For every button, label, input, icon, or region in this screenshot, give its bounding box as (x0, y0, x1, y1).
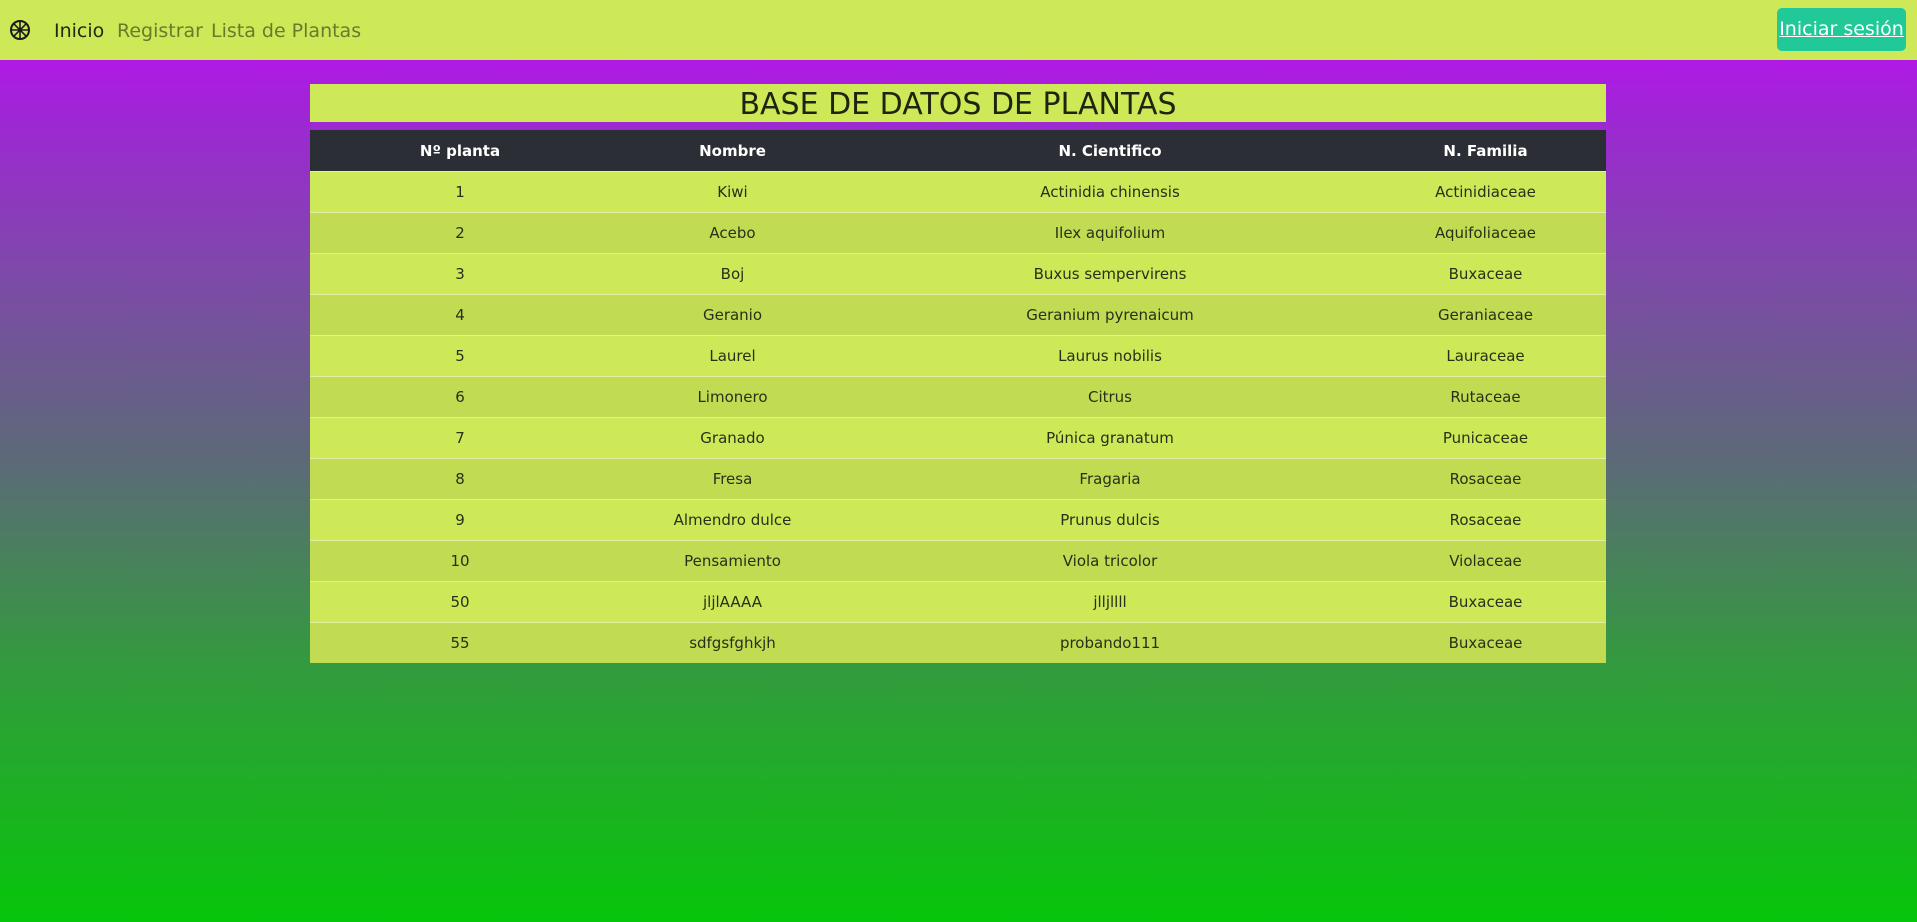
cell-nombre: sdfgsfghkjh (610, 622, 855, 663)
table-row: 5 Laurel Laurus nobilis Lauraceae (310, 335, 1606, 377)
nav-link-inicio[interactable]: Inicio (54, 19, 104, 43)
cell-numero: 8 (310, 458, 610, 500)
cell-cientifico: Citrus (855, 376, 1365, 418)
cell-numero: 55 (310, 622, 610, 663)
cell-nombre: Geranio (610, 294, 855, 336)
table-row: 55 sdfgsfghkjh probando111 Buxaceae (310, 622, 1606, 663)
table-row: 3 Boj Buxus sempervirens Buxaceae (310, 253, 1606, 295)
cell-cientifico: Actinidia chinensis (855, 171, 1365, 213)
table-body: 1 Kiwi Actinidia chinensis Actinidiaceae 2 Ac… (310, 171, 1606, 663)
cell-numero: 1 (310, 171, 610, 213)
cell-familia: Geraniaceae (1365, 294, 1606, 336)
cell-nombre: Laurel (610, 335, 855, 377)
nav-link-lista-de-plantas[interactable]: Lista de Plantas (211, 19, 361, 43)
navbar: Inicio Registrar Lista de Plantas Inicia… (0, 0, 1917, 60)
cell-numero: 10 (310, 540, 610, 582)
table-row: 4 Geranio Geranium pyrenaicum Geraniaceae (310, 294, 1606, 336)
header-familia: N. Familia (1443, 141, 1528, 160)
cell-familia: Rosaceae (1365, 499, 1606, 541)
cell-familia: Violaceae (1365, 540, 1606, 582)
cell-nombre: Boj (610, 253, 855, 295)
cell-nombre: Limonero (610, 376, 855, 418)
header-nombre: Nombre (699, 141, 766, 160)
login-button[interactable]: Iniciar sesión (1777, 8, 1906, 51)
table-row: 8 Fresa Fragaria Rosaceae (310, 458, 1606, 500)
table-row: 2 Acebo Ilex aquifolium Aquifoliaceae (310, 212, 1606, 254)
table-row: 6 Limonero Citrus Rutaceae (310, 376, 1606, 418)
cell-nombre: Acebo (610, 212, 855, 254)
plants-table: Nº planta Nombre N. Cientifico N. Famili… (310, 130, 1606, 663)
cell-familia: Aquifoliaceae (1365, 212, 1606, 254)
cell-familia: Actinidiaceae (1365, 171, 1606, 213)
cell-familia: Lauraceae (1365, 335, 1606, 377)
cell-nombre: Kiwi (610, 171, 855, 213)
nav-link-registrar[interactable]: Registrar (117, 19, 203, 43)
cell-familia: Rosaceae (1365, 458, 1606, 500)
table-row: 1 Kiwi Actinidia chinensis Actinidiaceae (310, 171, 1606, 213)
cell-familia: Buxaceae (1365, 581, 1606, 623)
table-row: 10 Pensamiento Viola tricolor Violaceae (310, 540, 1606, 582)
cell-nombre: Almendro dulce (610, 499, 855, 541)
cell-numero: 4 (310, 294, 610, 336)
table-row: 7 Granado Púnica granatum Punicaceae (310, 417, 1606, 459)
cell-cientifico: Púnica granatum (855, 417, 1365, 459)
cell-familia: Buxaceae (1365, 622, 1606, 663)
cell-familia: Punicaceae (1365, 417, 1606, 459)
table-header-row: Nº planta Nombre N. Cientifico N. Famili… (310, 130, 1606, 172)
cell-cientifico: Prunus dulcis (855, 499, 1365, 541)
cell-familia: Rutaceae (1365, 376, 1606, 418)
header-nombre-cientifico: N. Cientifico (1058, 141, 1162, 160)
cell-nombre: Fresa (610, 458, 855, 500)
cell-numero: 50 (310, 581, 610, 623)
cell-numero: 3 (310, 253, 610, 295)
table-row: 50 jljlAAAA jlljllll Buxaceae (310, 581, 1606, 623)
cell-cientifico: Viola tricolor (855, 540, 1365, 582)
cell-nombre: Pensamiento (610, 540, 855, 582)
cell-cientifico: probando111 (855, 622, 1365, 663)
cell-cientifico: Buxus sempervirens (855, 253, 1365, 295)
cell-numero: 2 (310, 212, 610, 254)
cell-numero: 5 (310, 335, 610, 377)
cell-cientifico: Laurus nobilis (855, 335, 1365, 377)
cell-numero: 9 (310, 499, 610, 541)
table-row: 9 Almendro dulce Prunus dulcis Rosaceae (310, 499, 1606, 541)
cell-familia: Buxaceae (1365, 253, 1606, 295)
cell-numero: 6 (310, 376, 610, 418)
cell-cientifico: Ilex aquifolium (855, 212, 1365, 254)
header-numero-planta: Nº planta (419, 141, 501, 160)
cell-nombre: Granado (610, 417, 855, 459)
cell-cientifico: Fragaria (855, 458, 1365, 500)
cell-cientifico: Geranium pyrenaicum (855, 294, 1365, 336)
cell-cientifico: jlljllll (855, 581, 1365, 623)
wheel-icon[interactable] (9, 19, 31, 41)
page-title: BASE DE DATOS DE PLANTAS (310, 84, 1606, 122)
cell-nombre: jljlAAAA (610, 581, 855, 623)
cell-numero: 7 (310, 417, 610, 459)
